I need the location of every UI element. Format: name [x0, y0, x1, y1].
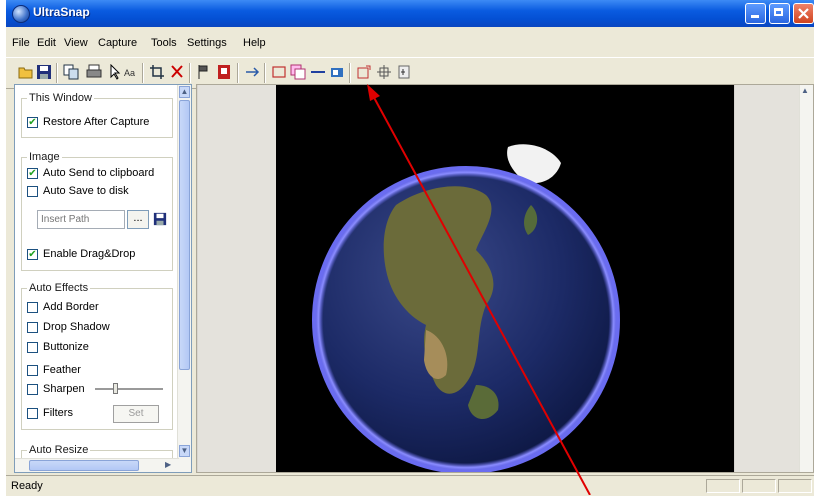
annotation-arrow	[367, 84, 591, 495]
annotation-arrow-head	[367, 84, 380, 101]
annotation-arrow-line	[370, 91, 591, 495]
